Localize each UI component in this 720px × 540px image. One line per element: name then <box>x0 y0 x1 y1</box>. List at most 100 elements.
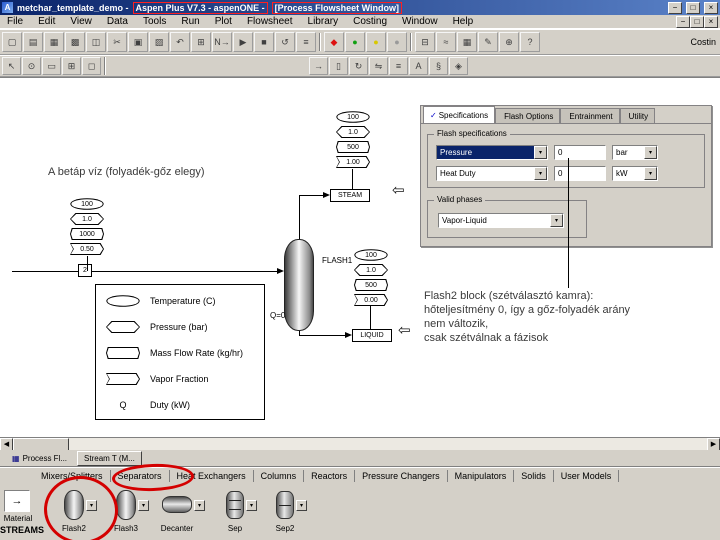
model-library-tab[interactable]: User Models <box>554 470 620 482</box>
data-browser-icon[interactable]: ⊞ <box>191 32 211 52</box>
table-icon[interactable]: ▦ <box>457 32 477 52</box>
grid-icon[interactable]: ⊞ <box>62 57 81 75</box>
menu-item[interactable]: Costing <box>346 15 394 29</box>
steam-flow-value[interactable]: 500 <box>336 141 370 153</box>
insert-stream-icon[interactable]: → <box>309 57 328 75</box>
flash3-model-icon[interactable] <box>116 490 136 520</box>
form-tab[interactable]: Utility <box>619 108 656 123</box>
decanter-model-label[interactable]: Decanter <box>154 524 200 533</box>
menu-item[interactable]: Window <box>395 15 445 29</box>
chevron-down-icon[interactable]: ▾ <box>550 214 563 227</box>
spec2-type-select[interactable]: Heat Duty ▾ <box>436 166 548 181</box>
sep-model-label[interactable]: Sep <box>218 524 252 533</box>
plot-icon[interactable]: ≈ <box>436 32 456 52</box>
scroll-left-icon[interactable]: ◀ <box>0 437 13 451</box>
streams-label[interactable]: STREAMS <box>0 525 44 535</box>
insert-block-icon[interactable]: ▯ <box>329 57 348 75</box>
spec1-value-input[interactable]: 0 <box>554 145 606 160</box>
stop-icon[interactable]: ■ <box>254 32 274 52</box>
mdi-minimize-button[interactable]: − <box>676 15 690 28</box>
pan-icon[interactable]: ⊙ <box>22 57 41 75</box>
steam-temperature-value[interactable]: 100 <box>336 111 370 123</box>
run-icon[interactable]: ▶ <box>233 32 253 52</box>
reinitialize-icon[interactable]: ↺ <box>275 32 295 52</box>
rotate-icon[interactable]: ↻ <box>349 57 368 75</box>
feed-stream-label[interactable]: 2 <box>78 264 92 277</box>
menu-item[interactable]: File <box>0 15 30 29</box>
sep2-model-label[interactable]: Sep2 <box>268 524 302 533</box>
liquid-pressure-value[interactable]: 1.0 <box>354 264 388 276</box>
liquid-flow-value[interactable]: 500 <box>354 279 388 291</box>
tab-process-flowsheet[interactable]: ▦ Process Fl... <box>6 451 73 466</box>
model-library-tab[interactable]: Reactors <box>304 470 356 482</box>
flowsheet-canvas[interactable]: A betáp víz (folyadék-gőz elegy) 100 1.0… <box>0 77 720 437</box>
paste-icon[interactable]: ▨ <box>149 32 169 52</box>
help-icon[interactable]: ? <box>520 32 540 52</box>
label-icon[interactable]: A <box>409 57 428 75</box>
menu-item[interactable]: Run <box>174 15 206 29</box>
select-mode-icon[interactable]: ↖ <box>2 57 21 75</box>
flip-horizontal-icon[interactable]: ⇋ <box>369 57 388 75</box>
menu-item[interactable]: Library <box>301 15 346 29</box>
menu-item[interactable]: Plot <box>208 15 239 29</box>
form-tab[interactable]: ✓ Specifications <box>423 106 496 123</box>
status-warning-icon[interactable]: ● <box>366 32 386 52</box>
steam-stream-label[interactable]: STEAM <box>330 189 370 202</box>
control-panel-icon[interactable]: ≡ <box>296 32 316 52</box>
feed-pressure-value[interactable]: 1.0 <box>70 213 104 225</box>
copy-icon[interactable]: ▣ <box>128 32 148 52</box>
status-neutral-icon[interactable]: ● <box>387 32 407 52</box>
status-ok-icon[interactable]: ● <box>345 32 365 52</box>
open-icon[interactable]: ▤ <box>23 32 43 52</box>
spec2-value-input[interactable]: 0 <box>554 166 606 181</box>
save-icon[interactable]: ▦ <box>44 32 64 52</box>
menu-item[interactable]: Help <box>446 15 481 29</box>
flash-block[interactable] <box>284 239 314 331</box>
cut-icon[interactable]: ✂ <box>107 32 127 52</box>
view-options-icon[interactable]: ◈ <box>449 57 468 75</box>
annotate-icon[interactable]: ✎ <box>478 32 498 52</box>
steam-pressure-value[interactable]: 1.0 <box>336 126 370 138</box>
page-break-icon[interactable]: ◻ <box>82 57 101 75</box>
decanter-dropdown-icon[interactable]: ▾ <box>194 500 205 511</box>
model-library-tab[interactable]: Solids <box>514 470 554 482</box>
zoom-area-icon[interactable]: ▭ <box>42 57 61 75</box>
next-input-icon[interactable]: N→ <box>212 32 232 52</box>
menu-item[interactable]: View <box>63 15 99 29</box>
print-preview-icon[interactable]: ◫ <box>86 32 106 52</box>
maximize-button[interactable]: □ <box>686 1 700 14</box>
spec2-unit-select[interactable]: kW ▾ <box>612 166 658 181</box>
legend-box[interactable]: Temperature (C) Pressure (bar) Mass Flow… <box>95 284 265 420</box>
liquid-vapor-fraction-value[interactable]: 0.00 <box>354 294 388 306</box>
scrollbar-thumb[interactable] <box>13 437 69 451</box>
stream-results-icon[interactable]: ⊟ <box>415 32 435 52</box>
model-library-tab[interactable]: Manipulators <box>448 470 515 482</box>
feed-flow-value[interactable]: 1000 <box>70 228 104 240</box>
undo-icon[interactable]: ↶ <box>170 32 190 52</box>
chevron-down-icon[interactable]: ▾ <box>644 167 657 180</box>
sep-dropdown-icon[interactable]: ▾ <box>246 500 257 511</box>
form-tab[interactable]: Flash Options <box>495 108 561 123</box>
sep-model-icon[interactable] <box>226 491 244 519</box>
liquid-stream-label[interactable]: LIQUID <box>352 329 392 342</box>
form-tab[interactable]: Entrainment <box>560 108 620 123</box>
section-icon[interactable]: § <box>429 57 448 75</box>
spec1-type-select[interactable]: Pressure ▾ <box>436 145 548 160</box>
menu-item[interactable]: Tools <box>136 15 173 29</box>
sep2-model-icon[interactable] <box>276 491 294 519</box>
menu-item[interactable]: Flowsheet <box>240 15 300 29</box>
status-error-icon[interactable]: ◆ <box>324 32 344 52</box>
model-library-tab[interactable]: Columns <box>254 470 305 482</box>
print-icon[interactable]: ▩ <box>65 32 85 52</box>
chevron-down-icon[interactable]: ▾ <box>534 167 547 180</box>
costing-toolbar-label[interactable]: Costin <box>690 37 718 47</box>
scroll-right-icon[interactable]: ▶ <box>707 437 720 451</box>
minimize-button[interactable]: − <box>668 1 682 14</box>
flash3-dropdown-icon[interactable]: ▾ <box>138 500 149 511</box>
tab-stream-table[interactable]: Stream T (M... <box>77 450 142 466</box>
steam-vapor-fraction-value[interactable]: 1.00 <box>336 156 370 168</box>
model-library-tab[interactable]: Pressure Changers <box>355 470 448 482</box>
menu-item[interactable]: Data <box>100 15 135 29</box>
menu-item[interactable]: Edit <box>31 15 62 29</box>
chevron-down-icon[interactable]: ▾ <box>644 146 657 159</box>
